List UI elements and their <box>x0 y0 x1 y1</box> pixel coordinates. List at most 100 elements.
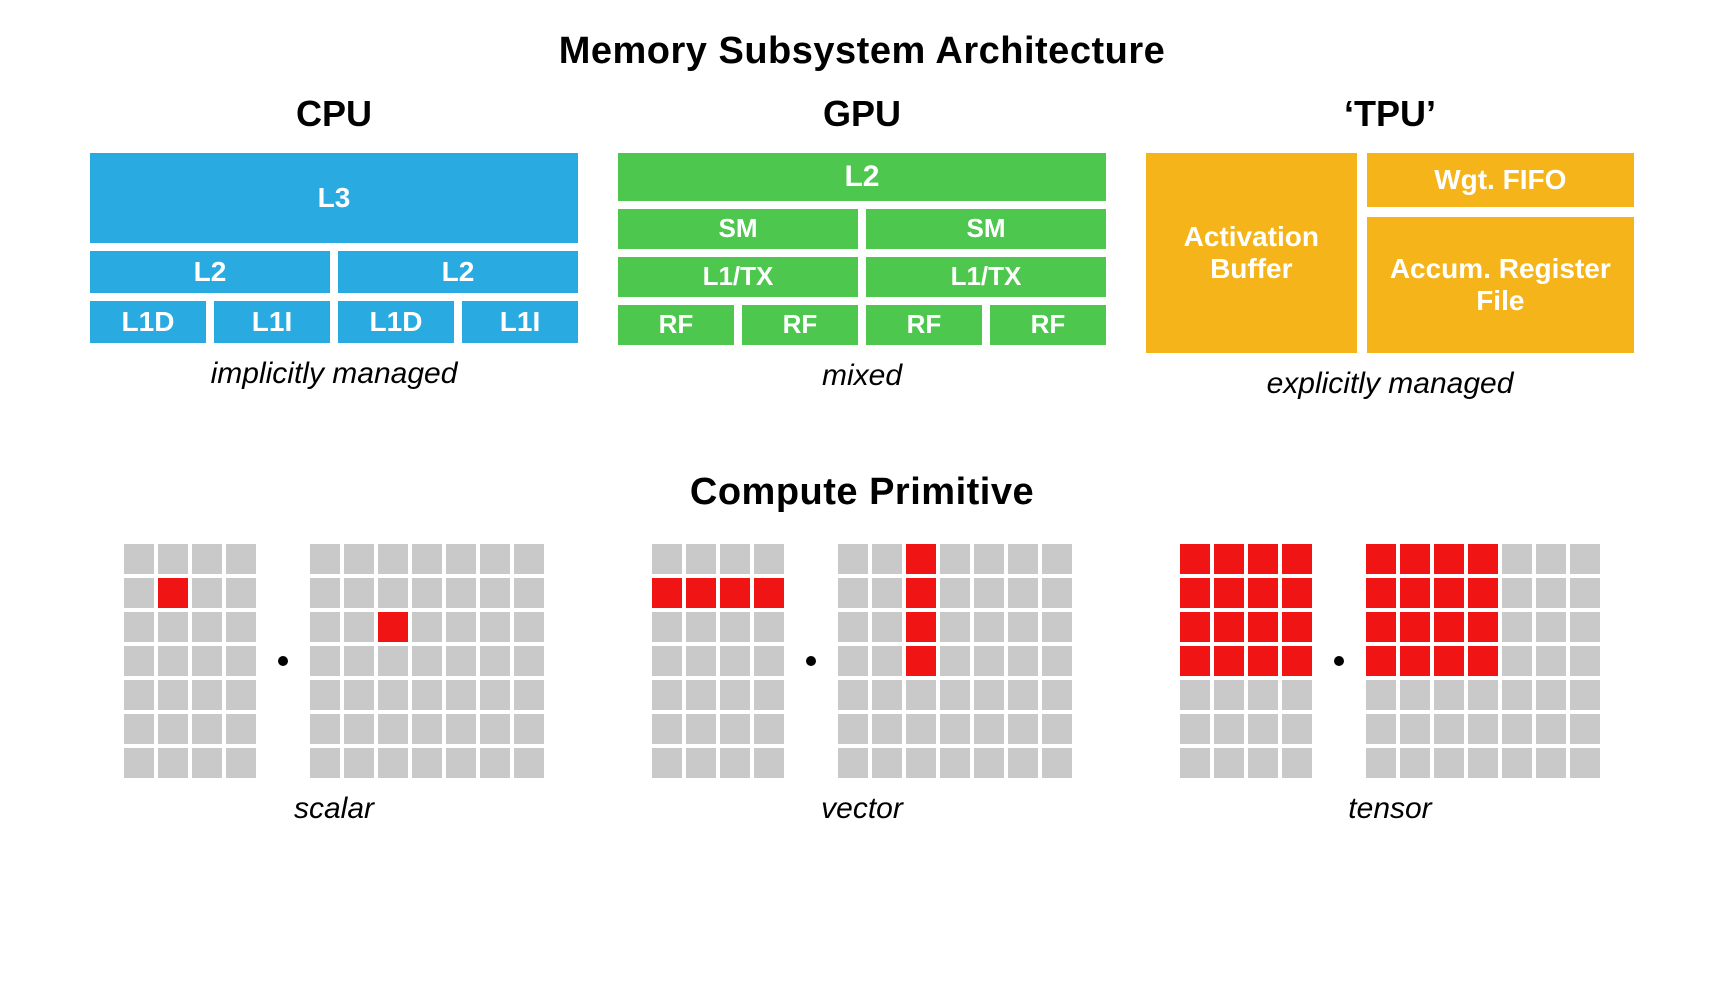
grid-cell <box>1042 544 1072 574</box>
vector-label: vector <box>821 792 903 826</box>
tensor-label: tensor <box>1348 792 1431 826</box>
cpu-l1i-block: L1I <box>462 301 578 343</box>
grid-cell <box>1248 612 1278 642</box>
grid-cell <box>686 714 716 744</box>
grid-cell <box>720 578 750 608</box>
grid-cell <box>446 578 476 608</box>
grid-cell <box>310 578 340 608</box>
grid-cell <box>940 544 970 574</box>
scalar-column: scalar <box>90 544 578 826</box>
grid-cell <box>1400 578 1430 608</box>
cpu-l1d-block: L1D <box>90 301 206 343</box>
grid-cell <box>754 680 784 710</box>
grid-cell <box>1042 578 1072 608</box>
tensor-grid-left <box>1180 544 1312 778</box>
grid-cell <box>480 680 510 710</box>
cpu-caption: implicitly managed <box>211 357 458 391</box>
grid-cell <box>940 612 970 642</box>
grid-cell <box>344 612 374 642</box>
gpu-l1tx-block: L1/TX <box>866 257 1106 297</box>
grid-cell <box>1282 714 1312 744</box>
grid-cell <box>1248 646 1278 676</box>
grid-cell <box>720 544 750 574</box>
grid-cell <box>652 714 682 744</box>
grid-cell <box>480 748 510 778</box>
grid-cell <box>344 748 374 778</box>
grid-cell <box>1180 612 1210 642</box>
grid-cell <box>838 646 868 676</box>
grid-cell <box>1248 680 1278 710</box>
memory-row: CPU L3 L2 L1D L1I L2 L1D <box>90 93 1634 401</box>
grid-cell <box>1570 646 1600 676</box>
grid-cell <box>124 544 154 574</box>
grid-cell <box>838 612 868 642</box>
grid-cell <box>1536 612 1566 642</box>
grid-cell <box>1248 748 1278 778</box>
grid-cell <box>974 612 1004 642</box>
gpu-rf-block: RF <box>742 305 858 345</box>
grid-cell <box>124 646 154 676</box>
grid-cell <box>158 578 188 608</box>
grid-cell <box>1400 612 1430 642</box>
grid-cell <box>1214 714 1244 744</box>
grid-cell <box>1008 748 1038 778</box>
grid-cell <box>310 680 340 710</box>
gpu-rf-block: RF <box>990 305 1106 345</box>
grid-cell <box>1282 748 1312 778</box>
grid-cell <box>1214 646 1244 676</box>
grid-cell <box>480 646 510 676</box>
grid-cell <box>1536 748 1566 778</box>
grid-cell <box>974 544 1004 574</box>
grid-cell <box>1282 544 1312 574</box>
grid-cell <box>1400 680 1430 710</box>
cpu-column: CPU L3 L2 L1D L1I L2 L1D <box>90 93 578 401</box>
grid-cell <box>1400 748 1430 778</box>
grid-cell <box>446 544 476 574</box>
gpu-rf-block: RF <box>866 305 982 345</box>
grid-cell <box>974 680 1004 710</box>
dot-icon <box>278 656 288 666</box>
grid-cell <box>378 646 408 676</box>
grid-cell <box>1180 646 1210 676</box>
grid-cell <box>906 646 936 676</box>
grid-cell <box>514 748 544 778</box>
grid-cell <box>514 714 544 744</box>
grid-cell <box>1502 680 1532 710</box>
diagram-root: Memory Subsystem Architecture CPU L3 L2 … <box>0 0 1724 826</box>
grid-cell <box>1468 714 1498 744</box>
grid-cell <box>378 544 408 574</box>
grid-cell <box>1536 578 1566 608</box>
grid-cell <box>1502 748 1532 778</box>
grid-cell <box>872 748 902 778</box>
grid-cell <box>412 612 442 642</box>
grid-cell <box>686 680 716 710</box>
grid-cell <box>974 578 1004 608</box>
dot-icon <box>1334 656 1344 666</box>
grid-cell <box>720 714 750 744</box>
grid-cell <box>1282 646 1312 676</box>
grid-cell <box>1008 612 1038 642</box>
gpu-title: GPU <box>823 93 901 135</box>
grid-cell <box>1570 544 1600 574</box>
grid-cell <box>1434 646 1464 676</box>
grid-cell <box>652 646 682 676</box>
gpu-l1tx-block: L1/TX <box>618 257 858 297</box>
grid-cell <box>1536 544 1566 574</box>
grid-cell <box>480 544 510 574</box>
grid-cell <box>124 612 154 642</box>
tpu-activation-block: Activation Buffer <box>1146 153 1357 353</box>
grid-cell <box>412 646 442 676</box>
grid-cell <box>226 612 256 642</box>
compute-section-title: Compute Primitive <box>90 471 1634 514</box>
tpu-mem-stack: Activation Buffer Wgt. FIFO Accum. Regis… <box>1146 153 1634 353</box>
grid-cell <box>1502 612 1532 642</box>
grid-cell <box>1570 680 1600 710</box>
grid-cell <box>872 646 902 676</box>
grid-cell <box>1400 646 1430 676</box>
cpu-l2-block: L2 <box>90 251 330 293</box>
grid-cell <box>686 612 716 642</box>
cpu-l1i-block: L1I <box>214 301 330 343</box>
grid-cell <box>514 646 544 676</box>
grid-cell <box>686 578 716 608</box>
grid-cell <box>158 612 188 642</box>
